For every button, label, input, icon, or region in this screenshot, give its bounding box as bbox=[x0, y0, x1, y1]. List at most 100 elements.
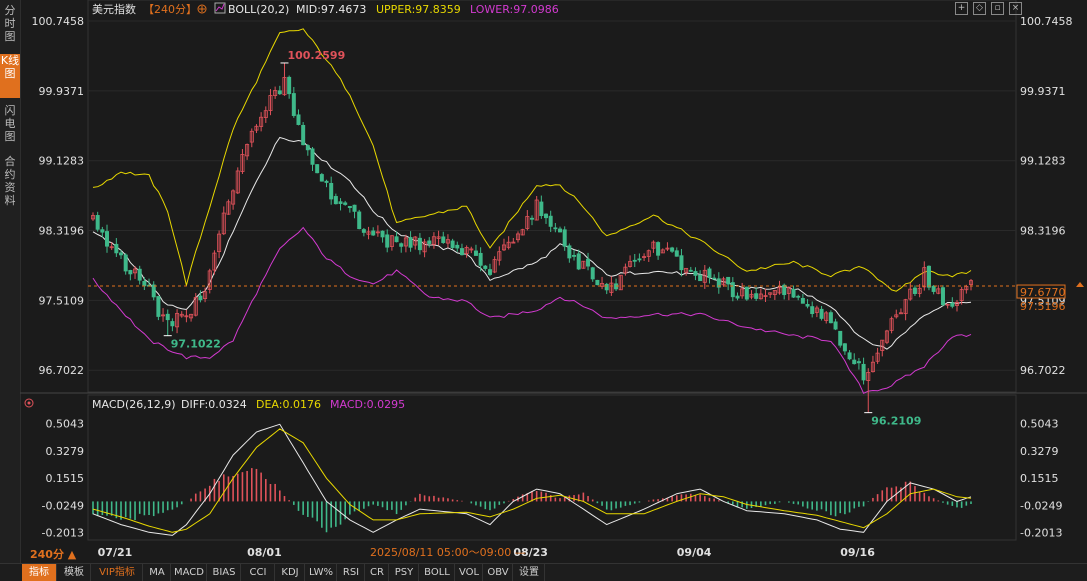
indicator-tab-13[interactable]: VOL bbox=[456, 564, 483, 581]
candle-down bbox=[940, 287, 945, 306]
x-tick-label: 07/21 bbox=[98, 546, 133, 559]
candle-down bbox=[478, 252, 483, 266]
indicator-tab-5[interactable]: BIAS bbox=[208, 564, 241, 581]
main-panel[interactable] bbox=[87, 0, 1017, 393]
y-tick-left: 97.5109 bbox=[39, 294, 85, 307]
indicator-tab-3[interactable]: MA bbox=[144, 564, 171, 581]
indicator-tab-9[interactable]: RSI bbox=[338, 564, 365, 581]
indicator-tab-0[interactable]: 指标 bbox=[22, 564, 57, 581]
candle-down bbox=[95, 215, 100, 230]
boll-lower: LOWER:97.0986 bbox=[470, 3, 559, 16]
x-tick-label: 09/16 bbox=[840, 546, 875, 559]
macd-y-tick-right: 0.1515 bbox=[1020, 472, 1059, 485]
candle-down bbox=[782, 284, 787, 296]
candle-down bbox=[361, 229, 366, 233]
candle-down bbox=[459, 248, 464, 256]
settings-circle-icon[interactable] bbox=[197, 4, 207, 14]
candle-down bbox=[842, 343, 847, 352]
candle-down bbox=[791, 288, 796, 298]
candle-down bbox=[553, 227, 558, 230]
period-label: 【240分】 bbox=[143, 3, 197, 16]
candle-down bbox=[712, 277, 717, 280]
macd-y-tick-left: 0.1515 bbox=[46, 472, 85, 485]
candle-down bbox=[105, 231, 110, 247]
price-tag-mid: 97.5196 bbox=[1020, 300, 1066, 313]
time-range-label: 2025/08/11 05:00～09:00 — bbox=[370, 546, 526, 559]
candle-down bbox=[926, 265, 931, 288]
candle-down bbox=[674, 250, 679, 257]
candle-down bbox=[861, 363, 866, 381]
candle-down bbox=[796, 295, 801, 298]
y-tick-left: 98.3196 bbox=[39, 225, 85, 238]
candle-down bbox=[277, 90, 282, 95]
candle-down bbox=[291, 93, 296, 116]
candle-down bbox=[310, 148, 315, 165]
candle-down bbox=[128, 269, 133, 275]
candle-down bbox=[805, 304, 810, 307]
marker-high: 100.2599 bbox=[287, 49, 345, 62]
candle-down bbox=[338, 201, 343, 204]
layout-icon[interactable]: ▫ bbox=[991, 2, 1004, 15]
indicator-tab-6[interactable]: CCI bbox=[242, 564, 275, 581]
candle-down bbox=[343, 202, 348, 205]
candle-down bbox=[100, 229, 105, 233]
candle-down bbox=[670, 247, 675, 252]
macd-y-tick-left: -0.2013 bbox=[42, 526, 84, 539]
candle-down bbox=[483, 265, 488, 269]
candle-down bbox=[735, 295, 740, 299]
candle-down bbox=[637, 258, 642, 261]
indicator-tab-11[interactable]: PSY bbox=[390, 564, 419, 581]
candle-down bbox=[693, 271, 698, 276]
zoom-icon[interactable]: ◇ bbox=[973, 2, 986, 15]
indicator-tab-7[interactable]: KDJ bbox=[276, 564, 305, 581]
candle-down bbox=[656, 242, 661, 256]
indicator-tab-12[interactable]: BOLL bbox=[420, 564, 455, 581]
x-tick-label: 08/01 bbox=[247, 546, 282, 559]
candle-down bbox=[324, 180, 329, 183]
close-icon[interactable]: × bbox=[1009, 2, 1022, 15]
indicator-tab-4[interactable]: MACD bbox=[172, 564, 207, 581]
candle-down bbox=[604, 283, 609, 291]
candle-down bbox=[296, 114, 301, 125]
marker-low-left: 97.1022 bbox=[171, 338, 221, 351]
y-tick-right: 96.7022 bbox=[1020, 364, 1066, 377]
indicator-tab-2[interactable]: VIP指标 bbox=[92, 564, 143, 581]
candle-down bbox=[123, 254, 128, 272]
candle-down bbox=[287, 76, 292, 95]
y-tick-left: 99.1283 bbox=[39, 155, 85, 168]
candle-down bbox=[539, 201, 544, 217]
indicator-tab-bar: 指标 模板 VIP指标 MA MACD BIAS CCI KDJ LW% RSI CR PSY BOLL… bbox=[0, 563, 1087, 581]
candle-down bbox=[156, 296, 161, 317]
period-selector[interactable]: 240分 ▲ bbox=[30, 547, 77, 561]
candle-down bbox=[450, 240, 455, 248]
indicator-tab-8[interactable]: LW% bbox=[306, 564, 337, 581]
candle-down bbox=[912, 287, 917, 294]
candle-down bbox=[679, 255, 684, 271]
candle-down bbox=[347, 205, 352, 208]
indicator-tab-10[interactable]: CR bbox=[366, 564, 389, 581]
candle-down bbox=[198, 295, 203, 301]
indicator-tab-1[interactable]: 模板 bbox=[58, 564, 91, 581]
marker-low-right: 96.2109 bbox=[871, 415, 921, 428]
y-tick-left: 99.9371 bbox=[39, 85, 85, 98]
indicator-tab-15[interactable]: 设置 bbox=[514, 564, 545, 581]
candle-down bbox=[319, 174, 324, 182]
candle-down bbox=[833, 321, 838, 330]
candle-down bbox=[698, 274, 703, 282]
candle-down bbox=[417, 237, 422, 251]
price-arrow-icon bbox=[1076, 282, 1084, 288]
candle-down bbox=[170, 321, 175, 327]
candle-down bbox=[852, 359, 857, 365]
candle-down bbox=[408, 237, 413, 248]
boll-label: BOLL(20,2) bbox=[228, 3, 289, 16]
macd-settings-icon[interactable] bbox=[24, 398, 34, 408]
toolbar-icons: + ◇ ▫ × bbox=[955, 2, 1027, 21]
macd-value: MACD:0.0295 bbox=[330, 398, 405, 411]
crosshair-icon[interactable]: + bbox=[955, 2, 968, 15]
candle-down bbox=[399, 243, 404, 247]
candle-down bbox=[567, 245, 572, 259]
chart-area[interactable]: 100.7458 100.7458 99.9371 99.9371 99.1283 99.… bbox=[0, 0, 1087, 563]
y-tick-right: 98.3196 bbox=[1020, 225, 1066, 238]
candle-down bbox=[838, 330, 843, 346]
indicator-tab-14[interactable]: OBV bbox=[484, 564, 513, 581]
